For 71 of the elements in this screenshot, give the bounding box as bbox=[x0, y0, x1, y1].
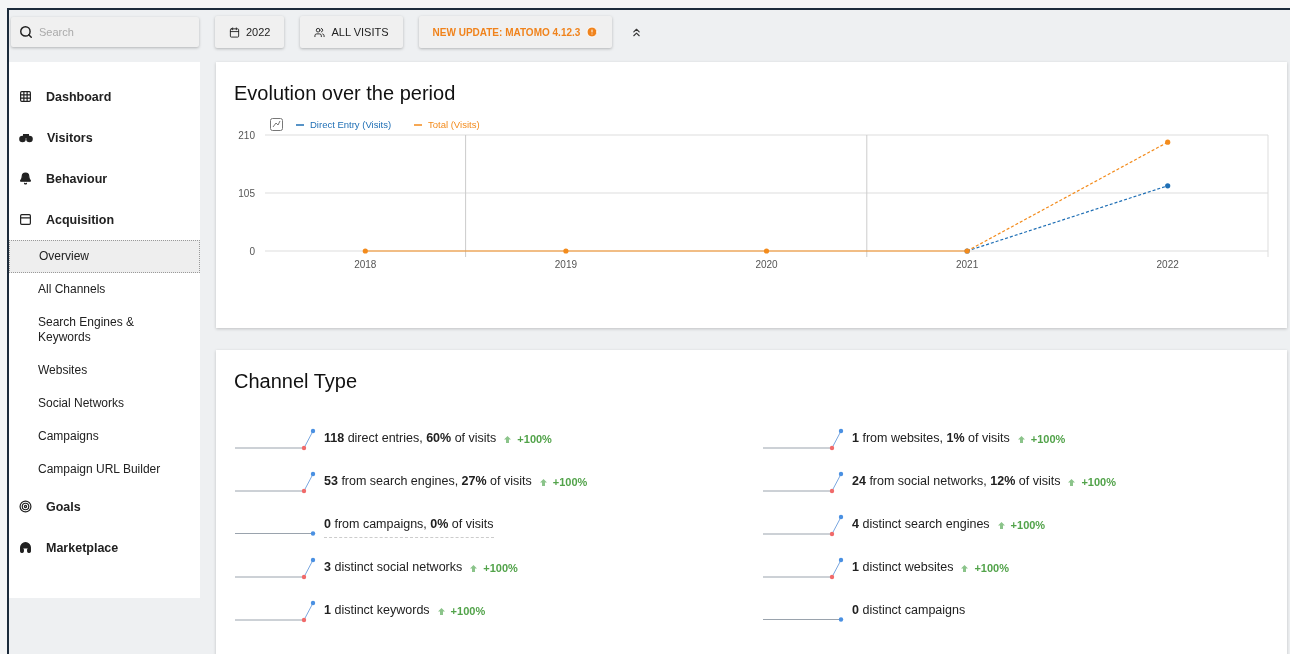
period-button[interactable]: 2022 bbox=[215, 16, 285, 48]
metric-text[interactable]: 0 distinct campaigns bbox=[852, 603, 966, 624]
metric-text[interactable]: 1 distinct keywords bbox=[324, 603, 430, 624]
metric-text[interactable]: 1 distinct websites bbox=[852, 560, 954, 581]
change-value: +100% bbox=[539, 476, 588, 495]
data-point bbox=[1165, 139, 1171, 145]
up-arrow-icon bbox=[504, 435, 512, 443]
change-value: +100% bbox=[1017, 433, 1066, 452]
window-icon bbox=[19, 213, 32, 226]
chart-type-icon[interactable] bbox=[270, 118, 283, 131]
up-arrow-icon bbox=[961, 564, 969, 572]
menu-item[interactable]: Campaign URL Builder bbox=[9, 453, 200, 486]
alert-icon bbox=[586, 26, 599, 38]
up-arrow-icon bbox=[470, 564, 478, 572]
metric-text[interactable]: 1 from websites, 1% of visits bbox=[852, 431, 1010, 452]
metric-text[interactable]: 4 distinct search engines bbox=[852, 517, 990, 538]
axis-label: 210 bbox=[238, 130, 255, 141]
grid-icon bbox=[19, 90, 32, 103]
legend-label: Direct Entry (Visits) bbox=[310, 119, 392, 130]
menu-item[interactable]: All Channels bbox=[9, 273, 200, 306]
card-title: Channel Type bbox=[234, 370, 359, 393]
binoculars-icon bbox=[19, 132, 33, 143]
data-point bbox=[763, 248, 770, 254]
headphones-icon bbox=[19, 541, 32, 554]
axis-label: 0 bbox=[249, 246, 255, 257]
data-point bbox=[563, 248, 569, 254]
data-point bbox=[1165, 183, 1171, 189]
search-field[interactable]: Search bbox=[11, 17, 199, 47]
axis-label: 2022 bbox=[1156, 259, 1179, 270]
up-arrow-icon bbox=[437, 607, 445, 615]
up-arrow-icon bbox=[997, 521, 1005, 529]
card-title: Evolution over the period bbox=[234, 82, 457, 105]
menu-item[interactable]: Social Networks bbox=[9, 387, 200, 420]
up-arrow-icon bbox=[1068, 478, 1076, 486]
menu-item[interactable]: Campaigns bbox=[9, 420, 200, 453]
change-value: +100% bbox=[1068, 476, 1116, 495]
axis-label: 105 bbox=[238, 188, 255, 199]
menu-section[interactable]: Goals bbox=[9, 486, 200, 527]
calendar-icon bbox=[229, 26, 240, 38]
axis-label: 2020 bbox=[755, 259, 778, 270]
menu-section[interactable]: Acquisition bbox=[9, 199, 200, 240]
bell-icon bbox=[19, 172, 32, 185]
data-point bbox=[362, 248, 368, 254]
target-icon bbox=[19, 500, 32, 513]
metric-text[interactable]: 53 from search engines, 27% of visits bbox=[324, 474, 532, 495]
menu-section[interactable]: Dashboard bbox=[9, 76, 200, 117]
menu-section[interactable]: Visitors bbox=[9, 117, 200, 158]
axis-label: 2021 bbox=[955, 259, 979, 270]
up-arrow-icon bbox=[1017, 435, 1025, 443]
menu-section[interactable]: Marketplace bbox=[9, 527, 200, 568]
change-value: +100% bbox=[470, 562, 518, 581]
metric-text[interactable]: 0 from campaigns, 0% of visits bbox=[324, 517, 494, 538]
metric-text[interactable]: 3 distinct social networks bbox=[324, 560, 463, 581]
menu-item[interactable]: Overview bbox=[9, 240, 200, 273]
axis-label: 2019 bbox=[554, 259, 578, 270]
change-value: +100% bbox=[961, 562, 1009, 581]
menu-item[interactable]: Websites bbox=[9, 354, 200, 387]
metric-text[interactable]: 118 direct entries, 60% of visits bbox=[324, 431, 497, 452]
menu-item[interactable]: Search Engines & Keywords bbox=[9, 306, 200, 354]
legend-label: Total (Visits) bbox=[428, 119, 480, 130]
change-value: +100% bbox=[437, 605, 486, 624]
segment-button[interactable]: ALL VISITS bbox=[300, 16, 403, 48]
change-value: +100% bbox=[504, 433, 552, 452]
change-value: +100% bbox=[997, 519, 1046, 538]
metric-text[interactable]: 24 from social networks, 12% of visits bbox=[852, 474, 1061, 495]
axis-label: 2018 bbox=[354, 259, 377, 270]
search-icon bbox=[19, 25, 33, 39]
menu-section[interactable]: Behaviour bbox=[9, 158, 200, 199]
up-arrow-icon bbox=[539, 478, 547, 486]
users-icon bbox=[314, 26, 326, 38]
legend-item[interactable]: Direct Entry (Visits) bbox=[295, 119, 392, 130]
